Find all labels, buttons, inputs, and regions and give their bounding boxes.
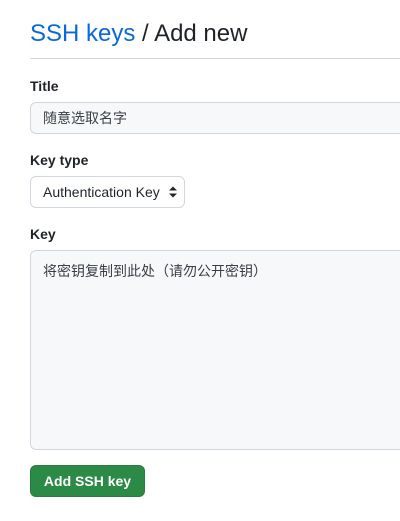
key-type-selected-value: Authentication Key bbox=[43, 184, 160, 200]
add-ssh-key-button[interactable]: Add SSH key bbox=[30, 465, 145, 497]
breadcrumb-current: Add new bbox=[154, 20, 248, 47]
add-ssh-key-page: SSH keys / Add new Title Key type Authen… bbox=[0, 0, 400, 521]
page-title: SSH keys / Add new bbox=[30, 18, 247, 50]
title-label: Title bbox=[30, 78, 59, 94]
key-type-label: Key type bbox=[30, 152, 89, 168]
key-textarea[interactable] bbox=[30, 250, 400, 450]
header-divider bbox=[30, 58, 400, 59]
key-label: Key bbox=[30, 226, 56, 242]
title-input[interactable] bbox=[30, 102, 400, 134]
breadcrumb-separator: / bbox=[142, 20, 149, 47]
key-type-select[interactable]: Authentication Key bbox=[30, 176, 185, 208]
select-arrows-icon bbox=[169, 186, 177, 198]
breadcrumb-ssh-keys-link[interactable]: SSH keys bbox=[30, 20, 135, 47]
